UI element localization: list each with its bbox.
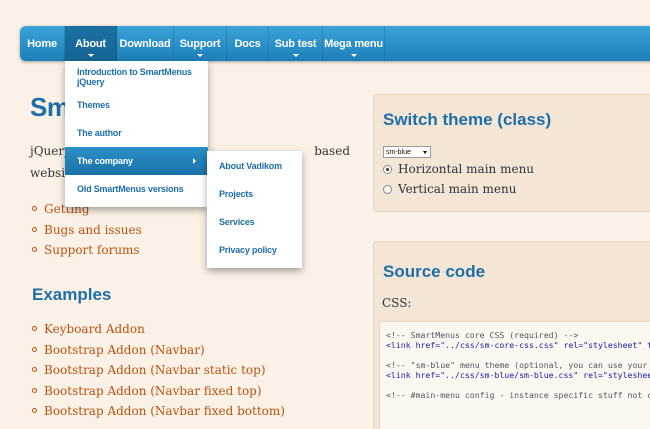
menu-item-label: Introduction to SmartMenus jQuery: [77, 67, 192, 87]
code-line: <!-- SmartMenus core CSS (required) -->: [386, 330, 579, 340]
menu-item-themes[interactable]: Themes: [65, 91, 208, 119]
nav-item-home[interactable]: Home: [20, 26, 65, 61]
menu-item-label: About Vadikom: [219, 161, 282, 171]
theme-select-value: sm-blue: [386, 148, 411, 156]
bullet-icon: [32, 346, 37, 352]
main-menu: Home About Download Support Docs Sub test Mega…: [20, 26, 650, 61]
nav-item-about[interactable]: About: [65, 26, 117, 61]
bullet-icon: [32, 387, 37, 393]
switch-theme-title: Switch theme (class): [383, 110, 552, 129]
menu-item-label: Privacy policy: [219, 245, 277, 255]
nav-item-label: Mega menu: [324, 37, 383, 50]
intro-text-end: based: [314, 144, 350, 158]
code-line: <!-- #main-menu config - instance specif…: [386, 390, 650, 400]
bullet-icon: [32, 247, 37, 252]
list-item-link[interactable]: Bootstrap Addon (Navbar fixed bottom): [44, 404, 285, 418]
bullet-icon: [32, 206, 37, 211]
nav-item-mega-menu[interactable]: Mega menu: [323, 26, 385, 61]
about-dropdown: Introduction to SmartMenus jQuery Themes T…: [65, 61, 208, 207]
company-dropdown: About Vadikom Projects Services Privacy pol…: [207, 151, 302, 268]
nav-item-support[interactable]: Support: [174, 26, 227, 61]
menu-item-about-vadikom[interactable]: About Vadikom: [207, 152, 302, 180]
menu-item-introduction-to-smartmenus-jquery[interactable]: Introduction to SmartMenus jQuery: [65, 63, 208, 91]
css-label: CSS:: [382, 296, 412, 310]
radio-icon[interactable]: [383, 164, 392, 174]
examples-list: Keyboard Addon Bootstrap Addon (Navbar) Bo…: [30, 319, 285, 422]
list-item[interactable]: Bugs and issues: [30, 220, 142, 241]
source-code-title: Source code: [383, 262, 486, 281]
menu-item-privacy-policy[interactable]: Privacy policy: [207, 236, 302, 264]
menu-item-projects[interactable]: Projects: [207, 180, 302, 208]
quick-links: Getting Bugs and issues Support forums: [30, 199, 142, 261]
code-line: <link href="../css/sm-blue/sm-blue.css" …: [386, 370, 650, 380]
list-item[interactable]: Bootstrap Addon (Navbar fixed top): [30, 381, 285, 402]
nav-item-label: Download: [119, 37, 171, 50]
chevron-down-icon: [197, 54, 203, 57]
menu-item-label: Themes: [77, 100, 110, 110]
list-item-link[interactable]: Bootstrap Addon (Navbar fixed top): [44, 384, 262, 398]
code-line: <link href="../css/sm-core-css.css" rel=…: [386, 340, 650, 350]
menu-item-old-smartmenus-versions[interactable]: Old SmartMenus versions: [65, 175, 208, 203]
menu-item-services[interactable]: Services: [207, 208, 302, 236]
radio-icon[interactable]: [383, 184, 392, 194]
nav-item-label: Docs: [234, 37, 261, 50]
menu-item-label: Projects: [219, 189, 253, 199]
list-item[interactable]: Bootstrap Addon (Navbar): [30, 340, 285, 361]
menu-item-label: The author: [77, 128, 122, 138]
bullet-icon: [32, 326, 37, 331]
theme-select[interactable]: sm-blue: [383, 146, 431, 158]
radio-horizontal[interactable]: Horizontal main menu: [383, 162, 534, 176]
menu-item-label: The company: [77, 156, 133, 166]
list-item[interactable]: Bootstrap Addon (Navbar fixed bottom): [30, 401, 285, 422]
code-line: <!-- "sm-blue" menu theme (optional, you…: [386, 360, 650, 370]
nav-item-label: Sub test: [274, 37, 317, 50]
list-item-link[interactable]: Bootstrap Addon (Navbar static top): [44, 363, 266, 377]
nav-item-download[interactable]: Download: [117, 26, 174, 61]
list-item-link[interactable]: Bugs and issues: [44, 223, 142, 237]
list-item-link[interactable]: Bootstrap Addon (Navbar): [44, 343, 205, 357]
menu-item-the-company[interactable]: The company: [65, 147, 208, 175]
list-item[interactable]: Bootstrap Addon (Navbar static top): [30, 360, 285, 381]
nav-item-label: Home: [27, 37, 57, 50]
bullet-icon: [32, 367, 37, 372]
chevron-down-icon: [87, 54, 94, 57]
dropdown-arrow-icon: [423, 151, 427, 154]
nav-item-label: Support: [179, 37, 221, 50]
menu-item-label: Old SmartMenus versions: [77, 184, 184, 194]
chevron-down-icon: [350, 54, 357, 57]
list-item[interactable]: Keyboard Addon: [30, 319, 285, 340]
bullet-icon: [32, 408, 37, 413]
code-block: <!-- SmartMenus core CSS (required) --> <…: [379, 321, 650, 429]
menu-item-the-author[interactable]: The author: [65, 119, 208, 147]
list-item[interactable]: Support forums: [30, 240, 142, 261]
radio-vertical[interactable]: Vertical main menu: [383, 182, 516, 196]
switch-theme-panel: Switch theme (class) sm-blue Horizontal …: [373, 94, 650, 212]
chevron-down-icon: [292, 54, 299, 57]
radio-horizontal-label: Horizontal main menu: [398, 162, 535, 176]
nav-item-label: About: [75, 37, 106, 50]
menu-item-label: Services: [219, 217, 255, 227]
nav-item-sub-test[interactable]: Sub test: [269, 26, 323, 61]
nav-item-docs[interactable]: Docs: [227, 26, 269, 61]
list-item-link[interactable]: Keyboard Addon: [44, 322, 145, 336]
chevron-right-icon: [193, 158, 196, 164]
list-item-link[interactable]: Support forums: [44, 243, 140, 257]
examples-heading: Examples: [32, 285, 112, 304]
bullet-icon: [32, 226, 37, 232]
radio-vertical-label: Vertical main menu: [398, 182, 517, 196]
